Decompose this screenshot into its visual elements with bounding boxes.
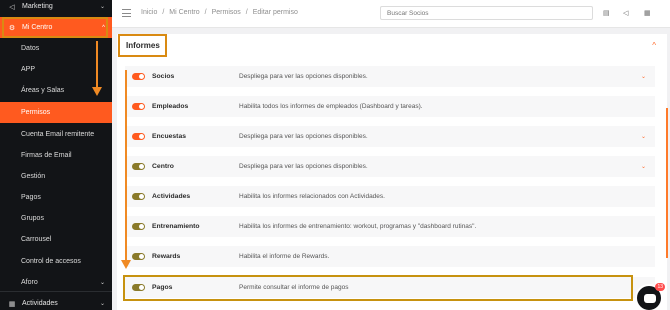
toggle-switch[interactable]: [132, 73, 145, 80]
sidebar-item-gestion[interactable]: Gestión: [0, 166, 112, 187]
scrollbar[interactable]: [666, 108, 668, 258]
permission-name: Empleados: [152, 103, 189, 110]
breadcrumb-separator: /: [245, 9, 248, 16]
permission-description: Despliega para ver las opciones disponib…: [239, 163, 368, 170]
notification-badge: 13: [655, 283, 665, 291]
sidebar-item-marketing[interactable]: ◁ Marketing ⌄: [0, 0, 112, 17]
permission-row-entrenamiento: Entrenamiento Habilita los informes de e…: [125, 216, 655, 237]
sidebar-item-cuenta-email[interactable]: Cuenta Email remitente: [0, 124, 112, 145]
menu-icon[interactable]: [122, 9, 131, 17]
card-header[interactable]: Informes ^: [117, 34, 667, 59]
sidebar-item-label: Gestión: [21, 173, 46, 180]
permission-description: Habilita los informes de entrenamiento: …: [239, 223, 477, 230]
arrow-annotation: [96, 41, 98, 87]
sidebar-item-pagos[interactable]: Pagos: [0, 187, 112, 208]
permission-row-socios: Socios Despliega para ver las opciones d…: [125, 66, 655, 87]
grid-icon[interactable]: ▦: [644, 9, 651, 17]
chat-icon: [644, 294, 656, 303]
chevron-down-icon[interactable]: ⌄: [641, 73, 646, 80]
arrow-annotation: [125, 70, 127, 260]
breadcrumb: Inicio / Mi Centro / Permisos / Editar p…: [141, 9, 298, 16]
sidebar-item-actividades[interactable]: ▦ Actividades ⌄: [0, 293, 112, 310]
breadcrumb-separator: /: [204, 9, 207, 16]
permission-description: Habilita todos los informes de empleados…: [239, 103, 423, 110]
megaphone-icon[interactable]: ◁: [623, 9, 628, 17]
sidebar-item-carrousel[interactable]: Carrousel: [0, 229, 112, 250]
toggle-switch[interactable]: [132, 223, 145, 230]
toggle-switch[interactable]: [132, 253, 145, 260]
toggle-switch[interactable]: [132, 103, 145, 110]
breadcrumb-inicio[interactable]: Inicio: [141, 9, 157, 16]
search-input[interactable]: [380, 6, 593, 20]
arrow-head-icon: [121, 260, 131, 269]
highlight-box-pagos: [123, 275, 633, 301]
megaphone-icon: ◁: [9, 3, 15, 11]
sidebar-item-label: Firmas de Email: [21, 152, 72, 159]
toggle-switch[interactable]: [132, 193, 145, 200]
chevron-down-icon: ⌄: [99, 280, 105, 286]
arrow-head-icon: [92, 87, 102, 96]
permission-row-centro: Centro Despliega para ver las opciones d…: [125, 156, 655, 177]
sidebar-item-label: APP: [21, 66, 36, 73]
permission-name: Actividades: [152, 193, 191, 200]
sidebar-item-label: Actividades: [22, 300, 58, 307]
sidebar-item-firmas[interactable]: Firmas de Email: [0, 145, 112, 166]
sidebar-item-label: Datos: [21, 45, 40, 52]
sidebar-item-label: Grupos: [21, 215, 44, 222]
chevron-up-icon[interactable]: ^: [652, 41, 656, 50]
sidebar-item-label: Aforo: [21, 279, 38, 286]
breadcrumb-permisos[interactable]: Permisos: [212, 9, 241, 16]
breadcrumb-separator: /: [162, 9, 165, 16]
chevron-down-icon[interactable]: ⌄: [641, 163, 646, 170]
sidebar-item-label: Áreas y Salas: [21, 87, 65, 94]
permission-name: Entrenamiento: [152, 223, 200, 230]
sidebar-item-control-accesos[interactable]: Control de accesos: [0, 251, 112, 272]
toggle-switch[interactable]: [132, 163, 145, 170]
calendar-icon: ▦: [8, 300, 16, 308]
sidebar-item-label: Cuenta Email remitente: [21, 131, 95, 138]
permission-row-encuestas: Encuestas Despliega para ver las opcione…: [125, 126, 655, 147]
card-icon[interactable]: ▤: [603, 9, 610, 17]
chevron-down-icon: ⌄: [99, 4, 105, 10]
sidebar-item-grupos[interactable]: Grupos: [0, 208, 112, 229]
sidebar-item-permisos[interactable]: Permisos: [0, 102, 112, 123]
sidebar-item-label: Permisos: [21, 109, 51, 116]
permission-name: Socios: [152, 73, 175, 80]
permission-row-empleados: Empleados Habilita todos los informes de…: [125, 96, 655, 117]
permission-description: Despliega para ver las opciones disponib…: [239, 133, 368, 140]
chevron-down-icon[interactable]: ⌄: [641, 133, 646, 140]
highlight-box-mi-centro: [2, 17, 108, 38]
sidebar-item-label: Marketing: [22, 3, 53, 10]
sidebar-item-label: Control de accesos: [21, 258, 81, 265]
sidebar: ◁ Marketing ⌄ ⚙ Mi Centro ^ Datos APP Ár…: [0, 0, 112, 310]
toggle-switch[interactable]: [132, 133, 145, 140]
sidebar-divider: [0, 291, 112, 292]
permission-name: Encuestas: [152, 133, 187, 140]
permission-description: Despliega para ver las opciones disponib…: [239, 73, 368, 80]
permission-row-actividades: Actividades Habilita los informes relaci…: [125, 186, 655, 207]
topbar: Inicio / Mi Centro / Permisos / Editar p…: [112, 0, 670, 28]
permission-row-rewards: Rewards Habilita el informe de Rewards.: [125, 246, 655, 267]
permission-name: Centro: [152, 163, 174, 170]
chat-button[interactable]: 13: [635, 283, 665, 310]
chevron-down-icon: ⌄: [99, 301, 105, 307]
permission-description: Habilita el informe de Rewards.: [239, 253, 330, 260]
sidebar-item-label: Carrousel: [21, 236, 52, 243]
permission-description: Habilita los informes relacionados con A…: [239, 193, 385, 200]
breadcrumb-editar-permiso: Editar permiso: [252, 9, 298, 16]
breadcrumb-mi-centro[interactable]: Mi Centro: [169, 9, 199, 16]
sidebar-item-label: Pagos: [21, 194, 41, 201]
permission-name: Rewards: [152, 253, 181, 260]
highlight-box-informes: [118, 34, 167, 57]
sidebar-item-aforo[interactable]: Aforo ⌄: [0, 272, 112, 293]
